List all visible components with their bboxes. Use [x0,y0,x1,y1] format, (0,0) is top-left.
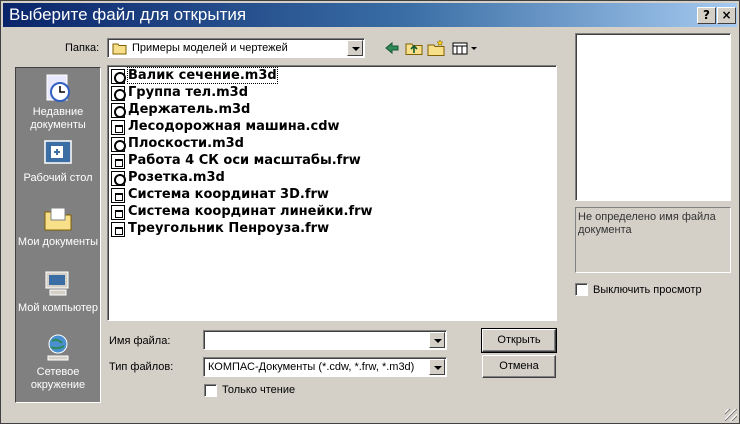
filetype-value: КОМПАС-Документы (*.cdw, *.frw, *.m3d) [208,361,415,373]
places-bar: Недавние документы Рабочий стол Мои доку… [15,67,101,403]
frw-file-icon [111,222,125,237]
filetype-label: Тип файлов: [109,361,174,373]
open-button[interactable]: Открыть [481,328,557,353]
m3d-file-icon [111,86,126,101]
file-name: Система координат линейки.frw [128,204,373,219]
file-name: Держатель.m3d [128,102,251,117]
lookin-value: Примеры моделей и чертежей [132,42,288,54]
filetype-select[interactable]: КОМПАС-Документы (*.cdw, *.frw, *.m3d) [203,357,447,377]
cancel-button[interactable]: Отмена [482,355,556,378]
back-icon[interactable] [383,39,401,57]
place-my-computer[interactable]: Мой компьютер [16,268,100,315]
place-label: Сетевое окружение [30,366,86,391]
up-folder-icon[interactable] [405,39,423,57]
window-title: Выберите файл для открытия [9,5,247,24]
file-name: Плоскости.m3d [128,136,244,151]
my-documents-icon [44,207,72,231]
place-label: Мои документы [17,236,99,248]
cdw-file-icon [111,120,125,135]
open-file-dialog: Выберите файл для открытия ? × Папка: Пр… [0,0,740,424]
network-icon [47,334,69,361]
readonly-label: Только чтение [222,384,296,396]
filename-label: Имя файла: [109,335,171,347]
new-folder-icon[interactable] [427,39,445,57]
document-info-box: Не определено имя файла документа [575,207,731,273]
lookin-label: Папка: [65,42,100,54]
file-name: Группа тел.m3d [128,85,249,100]
help-button[interactable]: ? [697,7,716,24]
frw-file-icon [111,154,125,169]
filetype-dropdown-arrow[interactable] [429,359,445,375]
frw-file-icon [111,205,125,220]
filename-input[interactable] [203,330,447,350]
title-bar[interactable]: Выберите файл для открытия ? × [3,3,737,27]
close-button[interactable]: × [717,7,736,24]
folder-icon [112,43,127,55]
lookin-dropdown-arrow[interactable] [347,40,363,56]
place-network[interactable]: Сетевое окружение [16,332,100,392]
document-info-text: Не определено имя файла документа [578,211,716,236]
file-name: Лесодорожная машина.cdw [128,119,340,134]
place-desktop[interactable]: Рабочий стол [16,138,100,185]
file-list[interactable]: Валик сечение.m3d Группа тел.m3d Держате… [107,65,557,321]
preview-pane [575,33,731,201]
file-name: Розетка.m3d [128,170,225,185]
resize-grip[interactable] [725,409,737,421]
file-name: Треугольник Пенроуза.frw [128,221,330,236]
m3d-file-icon [111,69,126,84]
place-recent-documents[interactable]: Недавние документы [16,72,100,132]
lookin-combo[interactable]: Примеры моделей и чертежей [107,38,365,58]
view-menu-icon[interactable] [451,39,479,57]
frw-file-icon [111,188,125,203]
desktop-icon [44,140,72,164]
recent-documents-icon [46,74,70,102]
file-name: Работа 4 СК оси масштабы.frw [128,153,361,168]
filename-dropdown-arrow[interactable] [429,332,445,348]
m3d-file-icon [111,103,126,118]
place-label: Мой компьютер [17,302,99,314]
file-name: Валик сечение.m3d [127,67,278,84]
place-my-documents[interactable]: Мои документы [16,202,100,249]
disable-preview-checkbox[interactable] [575,283,588,296]
readonly-checkbox[interactable] [204,384,217,397]
m3d-file-icon [111,171,126,186]
place-label: Рабочий стол [23,172,93,184]
disable-preview-label: Выключить просмотр [593,284,702,296]
my-computer-icon [45,271,69,296]
file-name: Система координат 3D.frw [128,187,329,202]
place-label: Недавние документы [30,106,86,131]
m3d-file-icon [111,137,126,152]
